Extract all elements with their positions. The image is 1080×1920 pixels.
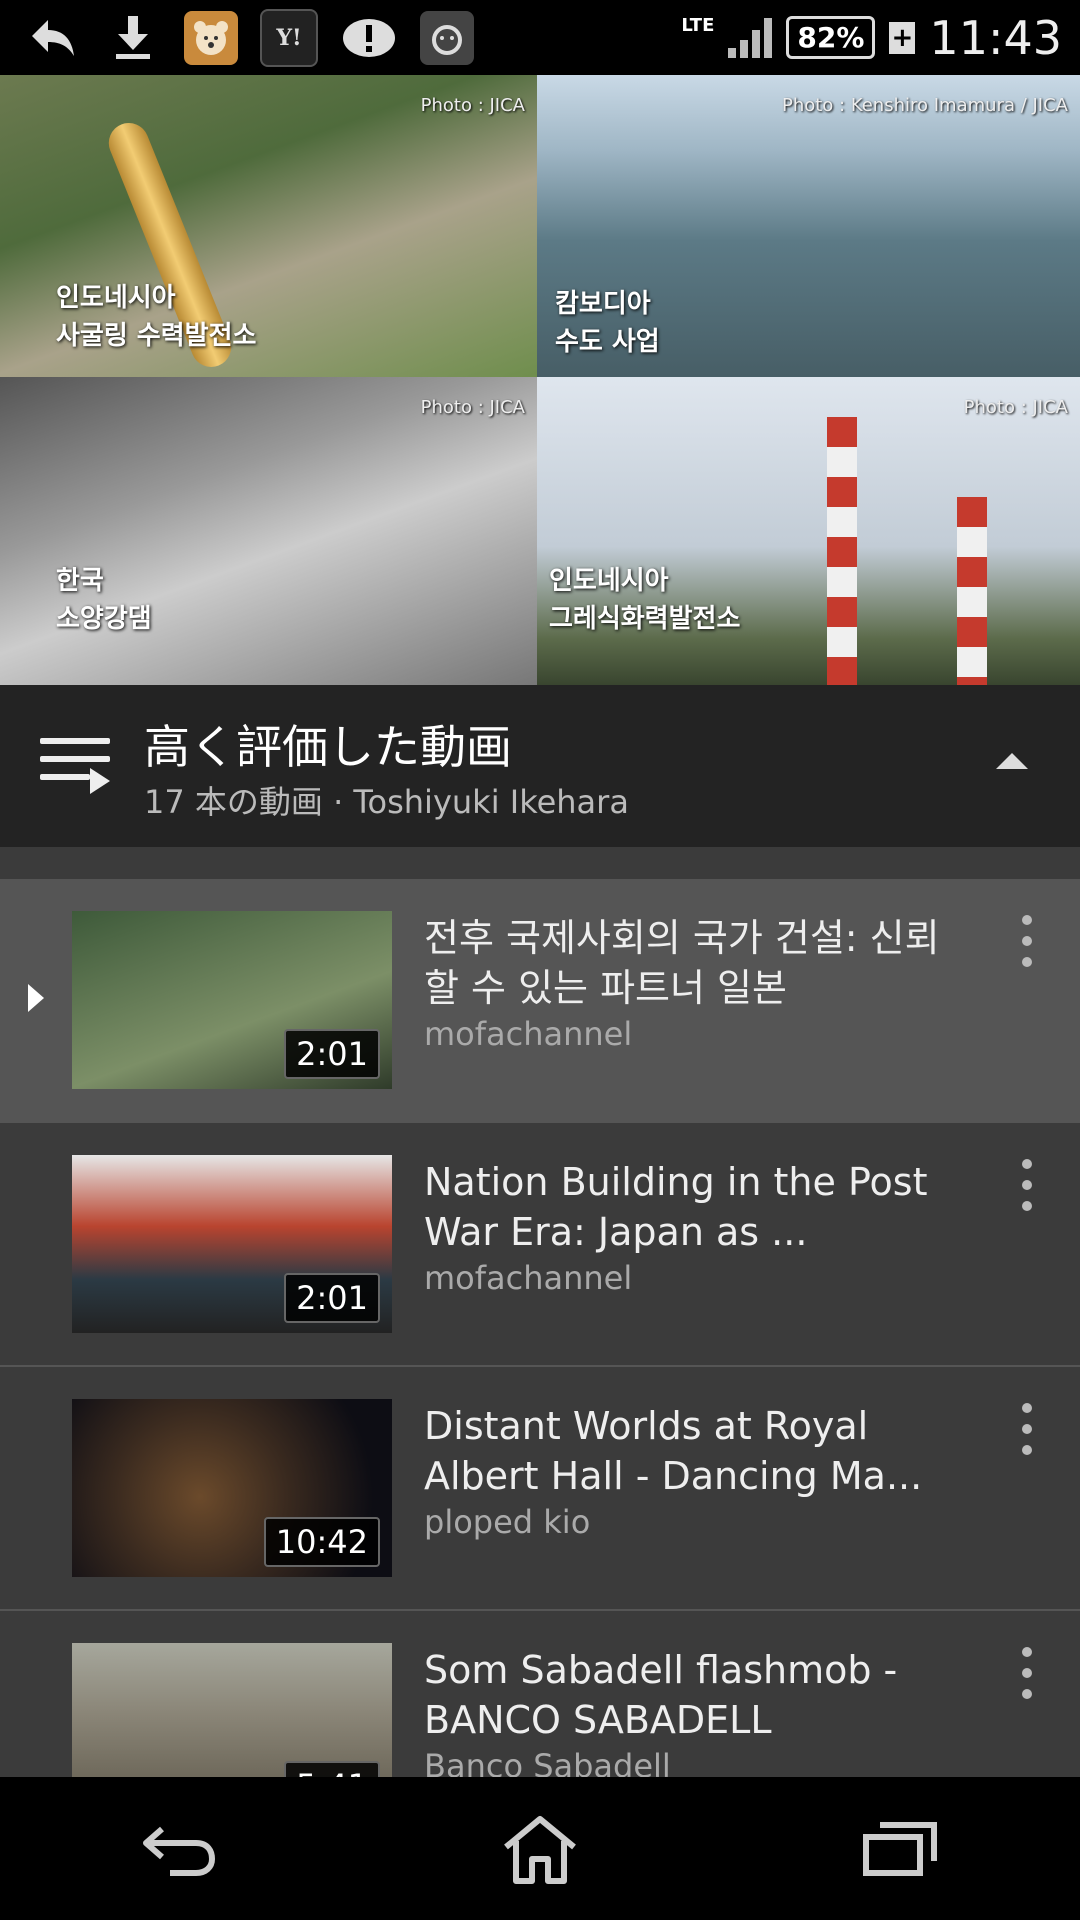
video-title[interactable]: Som Sabadell flashmob - BANCO SABADELL <box>424 1645 964 1745</box>
playlist-header[interactable]: 高く評価した動画 17 本の動画 · Toshiyuki Ikehara <box>0 685 1080 847</box>
playlist-icon <box>40 738 110 796</box>
duration-badge: 2:01 <box>284 1273 380 1323</box>
more-options-icon[interactable] <box>1022 915 1032 967</box>
photo-credit: Photo : JICA <box>420 95 525 116</box>
back-icon[interactable] <box>120 1799 240 1899</box>
video-title[interactable]: 전후 국제사회의 국가 건설: 신뢰할 수 있는 파트너 일본 <box>424 913 964 1013</box>
duration-badge: 10:42 <box>263 1517 380 1567</box>
alert-icon <box>340 9 398 67</box>
video-tile: Photo : JICA 한국 소양강댐 <box>0 377 537 685</box>
tile-caption: 캄보디아 수도 사업 <box>555 289 660 357</box>
bear-app-icon <box>184 10 238 65</box>
video-tile: Photo : JICA 인도네시아 그레식화력발전소 <box>537 377 1080 685</box>
video-player[interactable]: Photo : JICA 인도네시아 사굴링 수력발전소 Photo : Ken… <box>0 75 1080 685</box>
list-item[interactable]: 10:42 Distant Worlds at Royal Albert Hal… <box>0 1367 1080 1611</box>
list-item[interactable]: 5:41 Som Sabadell flashmob - BANCO SABAD… <box>0 1611 1080 1777</box>
battery-icon: 82% <box>786 16 876 59</box>
recent-apps-icon[interactable] <box>840 1799 960 1899</box>
charging-icon: + <box>889 21 916 54</box>
list-item[interactable]: 2:01 Nation Building in the Post War Era… <box>0 1123 1080 1367</box>
video-tile: Photo : JICA 인도네시아 사굴링 수력발전소 <box>0 75 537 377</box>
channel-name: mofachannel <box>424 1015 633 1053</box>
list-item[interactable]: 2:01 전후 국제사회의 국가 건설: 신뢰할 수 있는 파트너 일본 mof… <box>0 879 1080 1123</box>
video-thumbnail[interactable]: 10:42 <box>72 1399 392 1577</box>
video-title[interactable]: Distant Worlds at Royal Albert Hall - Da… <box>424 1401 964 1501</box>
squirrel-app-icon <box>420 10 474 65</box>
tile-caption: 인도네시아 그레식화력발전소 <box>549 566 741 634</box>
more-options-icon[interactable] <box>1022 1403 1032 1455</box>
status-bar: Y! LTE 82% + 11:43 <box>0 0 1080 75</box>
back-arrow-icon <box>24 9 82 67</box>
home-icon[interactable] <box>480 1799 600 1899</box>
video-thumbnail[interactable]: 5:41 <box>72 1643 392 1777</box>
signal-icon <box>728 17 773 58</box>
yahoo-icon: Y! <box>260 8 318 67</box>
photo-credit: Photo : Kenshiro Imamura / JICA <box>781 95 1068 116</box>
channel-name: mofachannel <box>424 1259 633 1297</box>
clock: 11:43 <box>929 10 1062 65</box>
playlist-subtitle: 17 本の動画 · Toshiyuki Ikehara <box>144 783 629 821</box>
now-playing-icon <box>28 984 44 1012</box>
video-title[interactable]: Nation Building in the Post War Era: Jap… <box>424 1157 964 1257</box>
partial-row <box>0 847 1080 879</box>
photo-credit: Photo : JICA <box>963 397 1068 418</box>
playlist-title: 高く評価した動画 <box>144 720 512 774</box>
download-icon <box>104 9 162 67</box>
video-tile: Photo : Kenshiro Imamura / JICA 캄보디아 수도 … <box>537 75 1080 377</box>
video-thumbnail[interactable]: 2:01 <box>72 911 392 1089</box>
duration-badge: 2:01 <box>284 1029 380 1079</box>
channel-name: Banco Sabadell <box>424 1747 671 1777</box>
photo-credit: Photo : JICA <box>420 397 525 418</box>
navigation-bar <box>0 1777 1080 1920</box>
network-type: LTE <box>681 15 715 36</box>
tile-caption: 인도네시아 사굴링 수력발전소 <box>56 283 257 351</box>
duration-badge: 5:41 <box>284 1761 380 1777</box>
more-options-icon[interactable] <box>1022 1647 1032 1699</box>
tile-caption: 한국 소양강댐 <box>56 566 152 634</box>
playlist-items: 2:01 전후 국제사회의 국가 건설: 신뢰할 수 있는 파트너 일본 mof… <box>0 847 1080 1777</box>
more-options-icon[interactable] <box>1022 1159 1032 1211</box>
video-thumbnail[interactable]: 2:01 <box>72 1155 392 1333</box>
channel-name: ploped kio <box>424 1503 591 1541</box>
collapse-icon[interactable] <box>996 753 1028 769</box>
